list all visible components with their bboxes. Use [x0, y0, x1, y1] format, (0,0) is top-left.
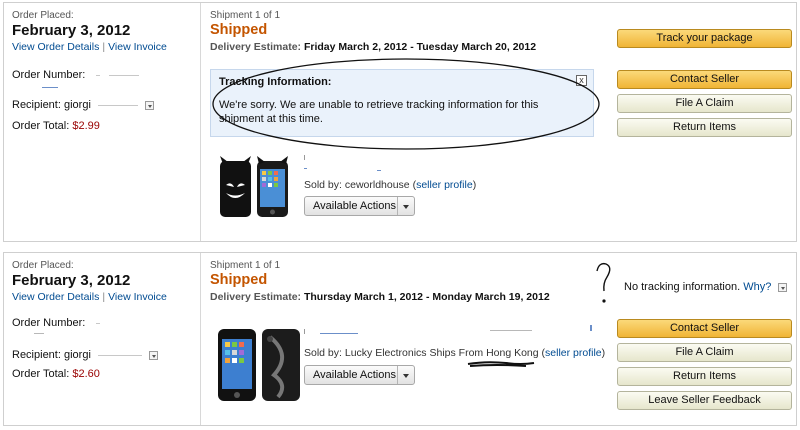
redacted-mark	[96, 74, 101, 76]
order-total-row: Order Total: $2.60	[12, 368, 100, 380]
chevron-down-icon[interactable]	[149, 350, 159, 360]
recipient-row: Recipient: giorgi	[12, 99, 155, 111]
view-order-details-link[interactable]: View Order Details	[12, 41, 99, 53]
order-placed-date: February 3, 2012	[12, 22, 131, 39]
order-summary-panel: Order Placed: February 3, 2012 View Orde…	[4, 253, 201, 425]
recipient-name: giorgi	[63, 99, 91, 111]
return-items-button[interactable]: Return Items	[617, 367, 792, 386]
redacted-mark	[96, 322, 101, 324]
redacted-mark	[304, 168, 307, 169]
order-placed-label: Order Placed:	[12, 10, 74, 21]
order-number-label: Order Number:	[12, 69, 86, 81]
delivery-estimate: Delivery Estimate: Thursday March 1, 201…	[210, 291, 550, 303]
order-number-row: Order Number:	[12, 69, 140, 81]
leave-seller-feedback-button[interactable]: Leave Seller Feedback	[617, 391, 792, 410]
track-package-button[interactable]: Track your package	[617, 29, 792, 48]
return-items-button[interactable]: Return Items	[617, 118, 792, 137]
available-actions-label: Available Actions	[313, 369, 396, 381]
iphone-case-black-image[interactable]	[216, 325, 304, 405]
shipment-count: Shipment 1 of 1	[210, 260, 281, 271]
ink-scribble-annotation	[467, 361, 535, 367]
order-card-1: Order Placed: February 3, 2012 View Orde…	[3, 2, 797, 242]
order-card-2: Order Placed: February 3, 2012 View Orde…	[3, 252, 797, 426]
available-actions-button[interactable]: Available Actions	[304, 196, 415, 216]
order-number-row: Order Number:	[12, 317, 101, 329]
chevron-down-icon	[397, 197, 414, 215]
contact-seller-button[interactable]: Contact Seller	[617, 70, 792, 89]
seller-profile-paren-close: )	[601, 347, 606, 359]
chevron-down-icon[interactable]	[145, 100, 155, 110]
redacted-mark	[97, 354, 142, 356]
redacted-mark	[109, 74, 140, 76]
order-total-label: Order Total:	[12, 120, 70, 132]
order-total-value: $2.60	[72, 368, 100, 380]
chevron-down-icon	[397, 366, 414, 384]
order-summary-panel: Order Placed: February 3, 2012 View Orde…	[4, 3, 201, 241]
sold-by: Sold by: ceworldhouse (seller profile)	[304, 179, 476, 191]
link-separator: |	[102, 291, 106, 303]
shipment-status: Shipped	[210, 22, 268, 38]
seller-profile-paren-close: )	[472, 179, 477, 191]
iphone-case-devil-image[interactable]	[217, 155, 291, 219]
delivery-estimate-label: Delivery Estimate:	[210, 41, 302, 53]
delivery-estimate-value: Thursday March 1, 2012 - Monday March 19…	[303, 291, 550, 303]
link-separator: |	[102, 41, 106, 53]
contact-seller-button[interactable]: Contact Seller	[617, 319, 792, 338]
redacted-mark	[490, 330, 532, 331]
redacted-mark	[34, 333, 44, 334]
redacted-mark	[377, 170, 381, 171]
order-links: View Order Details | View Invoice	[12, 291, 167, 303]
chevron-down-icon[interactable]	[778, 282, 788, 292]
hand-drawn-ellipse-annotation	[212, 58, 600, 150]
view-invoice-link[interactable]: View Invoice	[108, 41, 167, 53]
delivery-estimate-label: Delivery Estimate:	[210, 291, 302, 303]
available-actions-label: Available Actions	[313, 200, 396, 212]
file-claim-button[interactable]: File A Claim	[617, 94, 792, 113]
seller-profile-link[interactable]: seller profile	[545, 347, 602, 359]
order-placed-date: February 3, 2012	[12, 272, 131, 289]
order-number-label: Order Number:	[12, 317, 86, 329]
delivery-estimate: Delivery Estimate: Friday March 2, 2012 …	[210, 41, 536, 53]
recipient-label: Recipient:	[12, 349, 61, 361]
redacted-mark	[42, 87, 58, 88]
order-links: View Order Details | View Invoice	[12, 41, 167, 53]
order-total-row: Order Total: $2.99	[12, 120, 100, 132]
sold-by-label: Sold by: Lucky Electronics Ships From Ho…	[304, 347, 539, 359]
redacted-mark	[97, 104, 138, 106]
redacted-mark	[590, 325, 592, 331]
hand-drawn-question-mark-annotation	[596, 262, 611, 303]
no-tracking-info: No tracking information. Why?	[624, 281, 788, 293]
sold-by: Sold by: Lucky Electronics Ships From Ho…	[304, 347, 605, 359]
order-total-label: Order Total:	[12, 368, 70, 380]
no-tracking-text: No tracking information.	[624, 281, 741, 293]
recipient-label: Recipient:	[12, 99, 61, 111]
view-order-details-link[interactable]: View Order Details	[12, 291, 99, 303]
redacted-mark	[320, 333, 358, 334]
sold-by-label: Sold by: ceworldhouse	[304, 179, 410, 191]
redacted-mark	[304, 329, 305, 334]
delivery-estimate-value: Friday March 2, 2012 - Tuesday March 20,…	[303, 41, 537, 53]
available-actions-button[interactable]: Available Actions	[304, 365, 415, 385]
redacted-mark	[304, 155, 305, 160]
shipment-status: Shipped	[210, 272, 268, 288]
why-link[interactable]: Why?	[743, 281, 771, 293]
seller-profile-link[interactable]: seller profile	[416, 179, 473, 191]
recipient-name: giorgi	[63, 349, 91, 361]
order-placed-label: Order Placed:	[12, 260, 74, 271]
order-total-value: $2.99	[72, 120, 100, 132]
recipient-row: Recipient: giorgi	[12, 349, 159, 361]
view-invoice-link[interactable]: View Invoice	[108, 291, 167, 303]
file-claim-button[interactable]: File A Claim	[617, 343, 792, 362]
shipment-count: Shipment 1 of 1	[210, 10, 281, 21]
